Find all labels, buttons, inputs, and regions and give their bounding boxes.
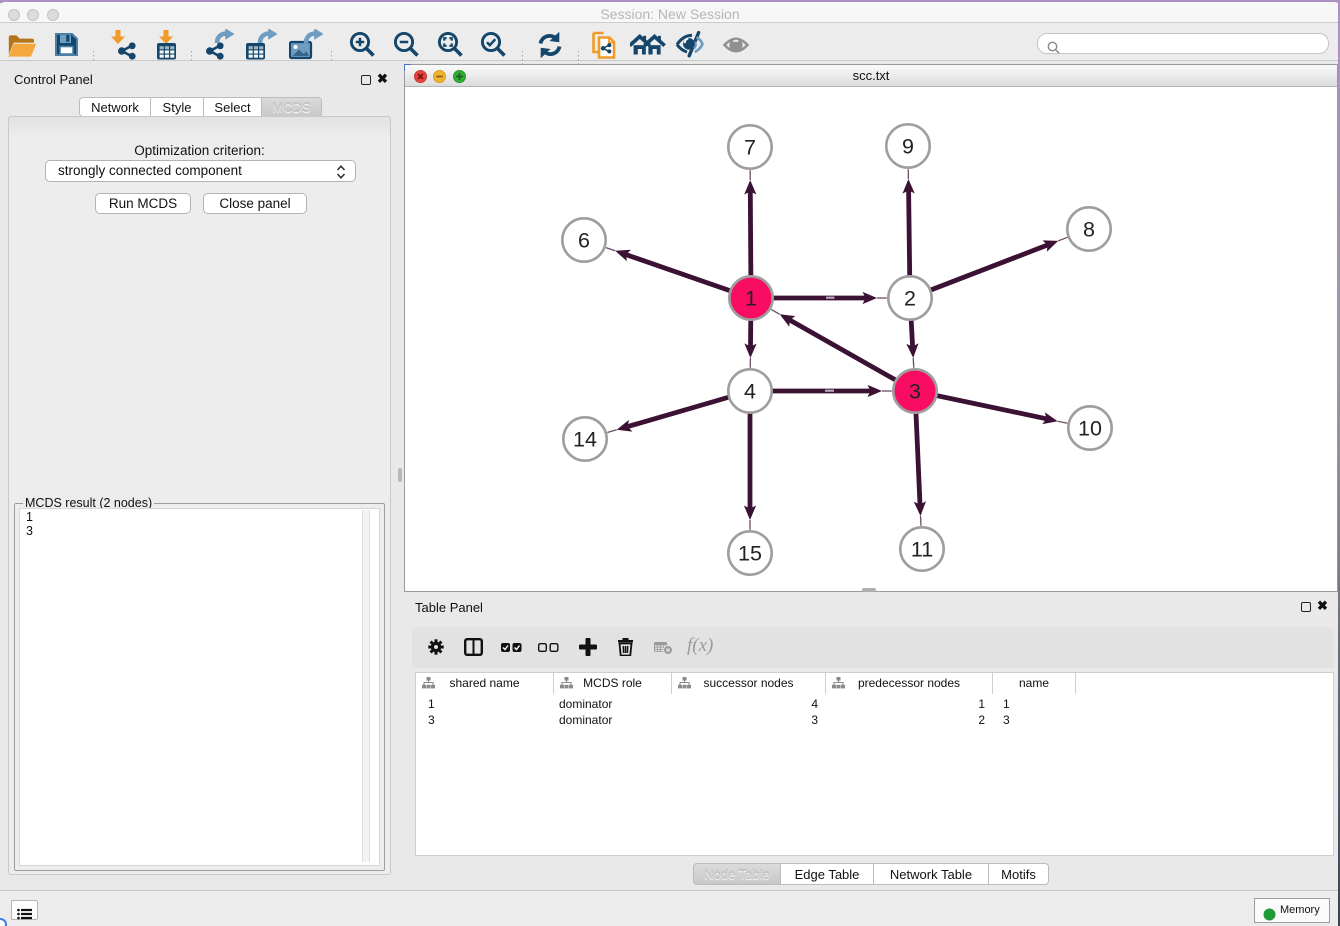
svg-text:3: 3 xyxy=(909,380,921,404)
svg-text:8: 8 xyxy=(1083,218,1095,242)
svg-text:11: 11 xyxy=(911,538,933,562)
svg-text:1: 1 xyxy=(745,287,757,311)
svg-text:f(x): f(x) xyxy=(687,636,713,656)
svg-text:9: 9 xyxy=(902,135,914,159)
svg-text:10: 10 xyxy=(1078,417,1102,441)
svg-text:7: 7 xyxy=(744,136,756,160)
svg-text:15: 15 xyxy=(738,542,762,566)
svg-text:2: 2 xyxy=(904,287,916,311)
svg-text:6: 6 xyxy=(578,229,590,253)
svg-text:4: 4 xyxy=(744,380,756,404)
svg-text:14: 14 xyxy=(573,428,597,452)
